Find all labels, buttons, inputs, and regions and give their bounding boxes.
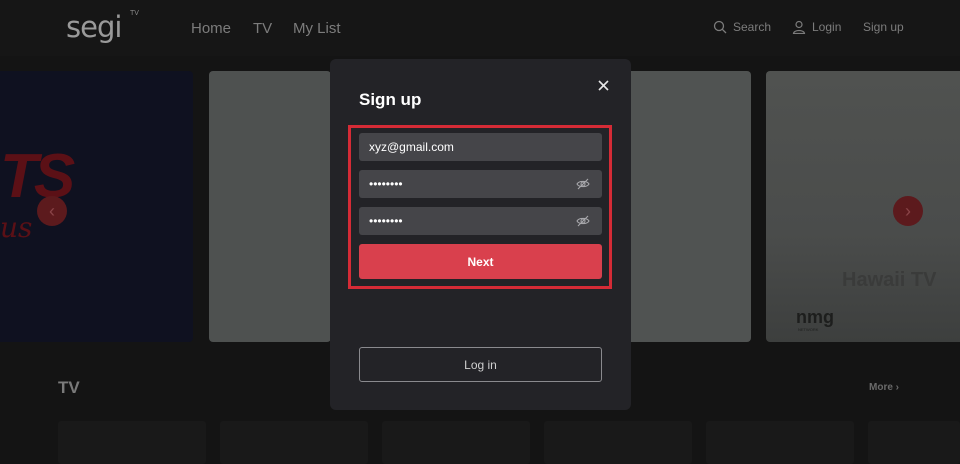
password-field[interactable]: [359, 170, 602, 198]
search-button[interactable]: Search: [713, 20, 771, 34]
carousel-next-button[interactable]: ›: [893, 196, 923, 226]
network-logo: nmg: [796, 307, 834, 327]
tv-tile[interactable]: [868, 421, 960, 464]
tv-tile[interactable]: [706, 421, 854, 464]
close-button[interactable]: [593, 75, 613, 95]
nav-tv[interactable]: TV: [253, 20, 272, 37]
tv-tile[interactable]: [544, 421, 692, 464]
next-button[interactable]: Next: [359, 244, 602, 279]
modal-title: Sign up: [359, 90, 422, 109]
nav-home[interactable]: Home: [191, 20, 231, 37]
tv-tile[interactable]: [58, 421, 206, 464]
eye-off-icon[interactable]: [576, 214, 590, 228]
email-input[interactable]: [369, 133, 569, 161]
carousel-card[interactable]: Hawaii TV nmg NETWORK: [766, 71, 960, 342]
carousel-card[interactable]: TS us: [0, 71, 193, 342]
search-icon: [713, 20, 727, 34]
card-title-art: Hawaii TV: [842, 269, 937, 291]
email-field[interactable]: [359, 133, 602, 161]
carousel-card[interactable]: [630, 71, 751, 342]
section-title-tv: TV: [58, 378, 80, 397]
tv-tile[interactable]: [220, 421, 368, 464]
chevron-left-icon: ‹: [49, 200, 55, 221]
signup-link[interactable]: Sign up: [863, 20, 904, 34]
logo-text: segi: [66, 10, 122, 44]
login-button[interactable]: Log in: [359, 347, 602, 382]
close-icon: [597, 79, 609, 91]
carousel-card[interactable]: [209, 71, 331, 342]
card-script-art: us: [0, 211, 33, 244]
password-input[interactable]: [369, 170, 569, 198]
logo-tv-suffix: TV: [130, 10, 139, 17]
signup-modal: Sign up Next Log in: [330, 59, 631, 410]
user-icon: [792, 20, 806, 34]
segi-logo[interactable]: segi TV: [66, 10, 146, 46]
top-header: segi TV Home TV My List Search Login Sig…: [0, 0, 960, 56]
login-button[interactable]: Login: [792, 20, 841, 34]
chevron-right-icon: ›: [905, 200, 911, 221]
carousel-prev-button[interactable]: ‹: [37, 196, 67, 226]
nav-my-list[interactable]: My List: [293, 20, 341, 37]
eye-off-icon[interactable]: [576, 177, 590, 191]
more-link[interactable]: More ›: [869, 382, 899, 393]
login-label: Login: [812, 20, 842, 34]
tv-tile[interactable]: [382, 421, 530, 464]
confirm-password-field[interactable]: [359, 207, 602, 235]
confirm-password-input[interactable]: [369, 207, 569, 235]
network-logo-sub: NETWORK: [798, 327, 819, 332]
search-label: Search: [733, 20, 772, 34]
